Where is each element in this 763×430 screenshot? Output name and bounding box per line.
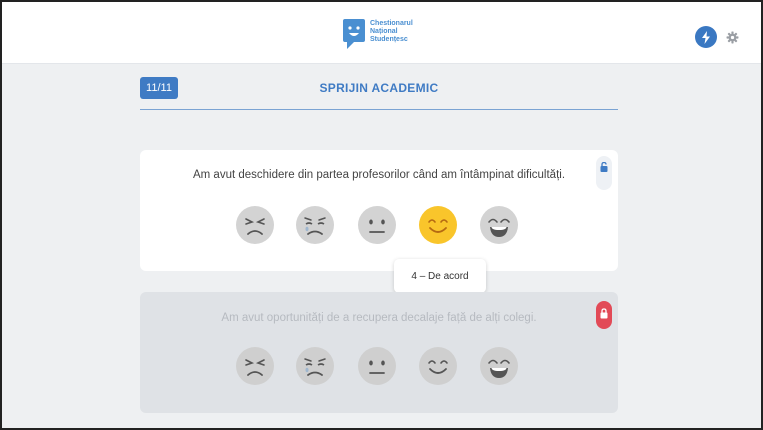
logo-line: Național xyxy=(370,28,398,35)
question-text: Am avut oportunități de a recupera decal… xyxy=(221,312,537,324)
sad-face-icon[interactable] xyxy=(295,205,335,245)
lock-toggle[interactable] xyxy=(596,156,612,190)
question-card: Am avut deschidere din partea profesoril… xyxy=(140,150,618,271)
app-logo[interactable]: Chestionarul Național Studențesc xyxy=(342,18,413,50)
quick-action-button[interactable] xyxy=(695,26,717,48)
settings-button[interactable] xyxy=(724,29,740,45)
very-angry-face-icon xyxy=(236,347,274,385)
smiling-face-icon xyxy=(419,347,457,385)
question-card-locked: Am avut oportunități de a recupera decal… xyxy=(140,292,618,413)
sad-face-icon xyxy=(296,347,334,385)
section-title: SPRIJIN ACADEMIC xyxy=(319,81,439,95)
locked-padlock-icon xyxy=(600,308,608,319)
logo-text: Chestionarul Național Studențesc xyxy=(370,20,413,44)
rating-tooltip: 4 – De acord xyxy=(394,259,486,293)
unlocked-padlock-icon xyxy=(600,162,608,172)
question-text: Am avut deschidere din partea profesoril… xyxy=(192,169,566,181)
smiling-face-icon[interactable] xyxy=(418,205,458,245)
happy-face-icon xyxy=(480,347,518,385)
speech-bubble-logo-icon xyxy=(343,19,365,49)
gear-icon xyxy=(726,31,738,43)
app-header: Chestionarul Național Studențesc xyxy=(2,2,761,64)
logo-line: Chestionarul xyxy=(370,20,413,27)
very-angry-face-icon[interactable] xyxy=(235,205,275,245)
logo-line: Studențesc xyxy=(370,36,408,43)
lightning-bolt-icon xyxy=(702,30,710,44)
happy-face-icon[interactable] xyxy=(479,205,519,245)
neutral-face-icon[interactable] xyxy=(357,205,397,245)
title-divider xyxy=(140,109,618,110)
neutral-face-icon xyxy=(358,347,396,385)
lock-toggle[interactable] xyxy=(596,301,612,329)
